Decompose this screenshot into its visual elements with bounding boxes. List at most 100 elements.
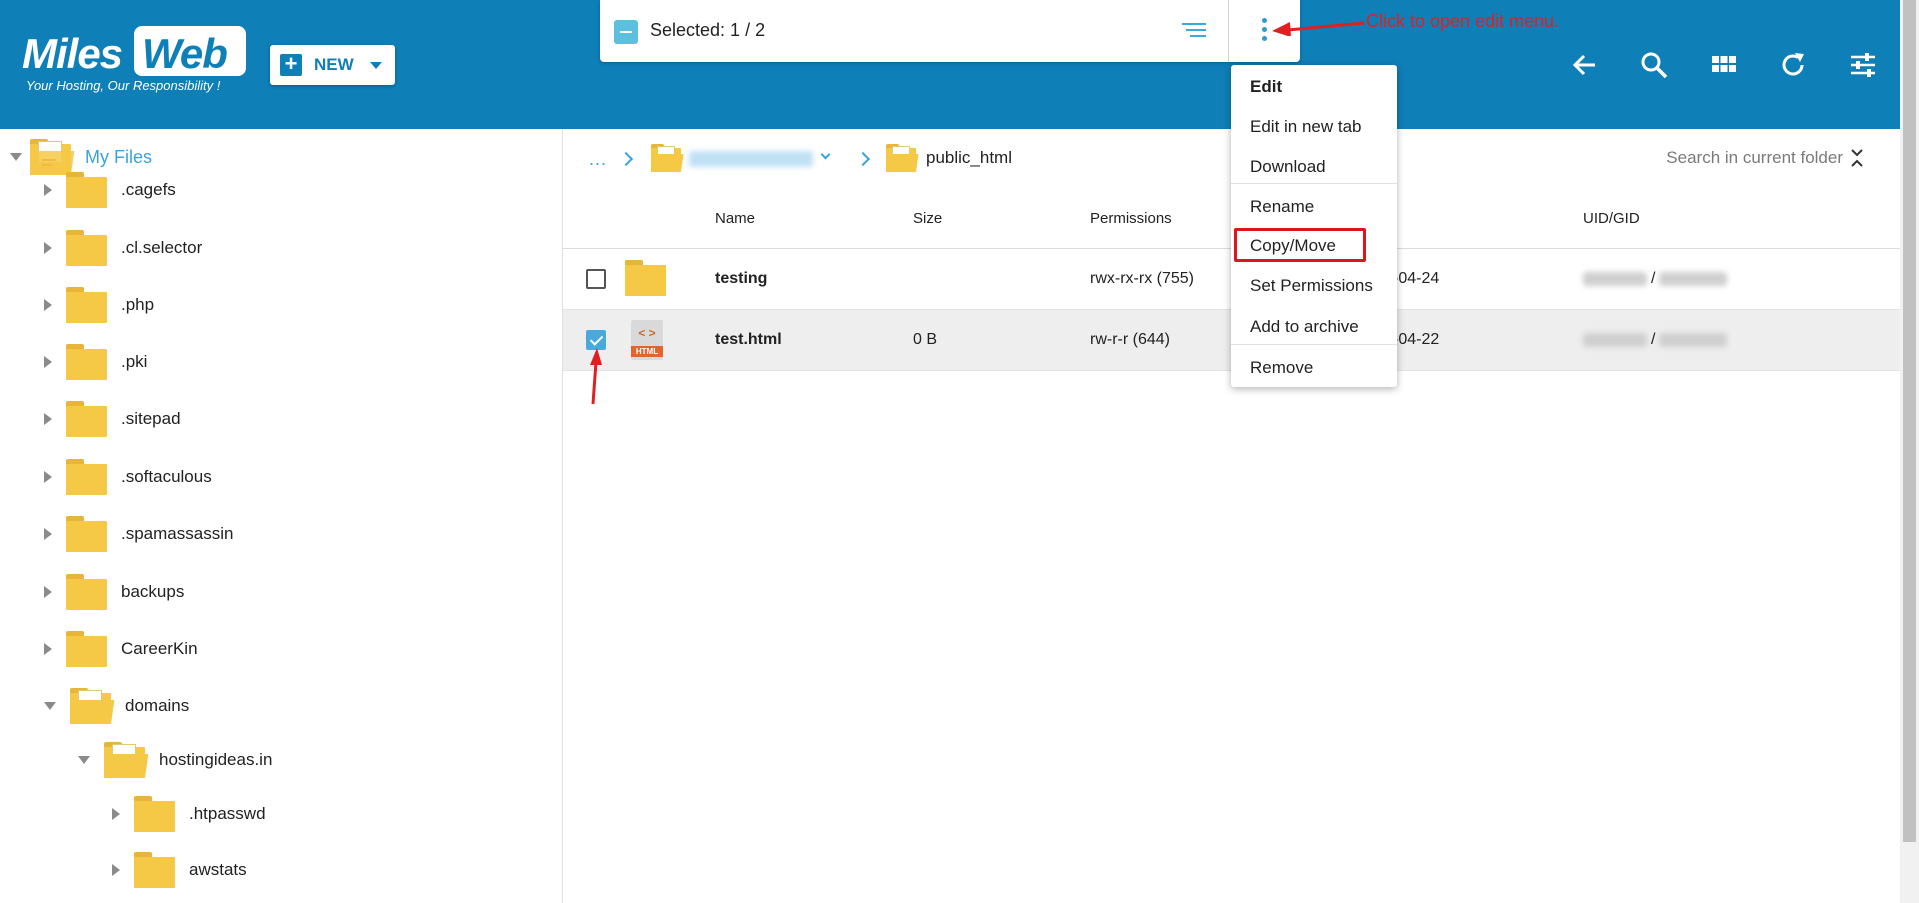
sidebar-item-folder[interactable]: .softaculous xyxy=(44,452,212,502)
search-input[interactable] xyxy=(1613,141,1843,175)
row-checkbox[interactable] xyxy=(586,269,606,289)
selection-list-icon[interactable] xyxy=(1180,20,1206,42)
menu-item-remove[interactable]: Remove xyxy=(1231,348,1397,388)
chevron-right-icon xyxy=(855,151,871,167)
collapse-icon[interactable] xyxy=(1849,147,1865,169)
column-size[interactable]: Size xyxy=(913,210,942,227)
sidebar-item-folder[interactable]: .cagefs xyxy=(44,165,176,215)
scrollbar-thumb[interactable] xyxy=(1903,0,1916,842)
menu-item-rename[interactable]: Rename xyxy=(1231,187,1397,227)
grid-view-icon[interactable] xyxy=(1709,50,1739,80)
row-gid-redacted xyxy=(1659,333,1727,347)
back-arrow-icon[interactable] xyxy=(1570,50,1600,80)
menu-item-add-to-archive[interactable]: Add to archive xyxy=(1231,307,1397,347)
row-size: 0 B xyxy=(913,331,938,348)
sidebar-item-folder[interactable]: .pki xyxy=(44,337,147,387)
collapse-toggle-icon[interactable] xyxy=(44,242,52,254)
sidebar-item-label: .pki xyxy=(121,352,148,371)
row-date: -04-24 xyxy=(1393,270,1440,287)
page-scrollbar[interactable] xyxy=(1900,0,1919,903)
collapse-toggle-icon[interactable] xyxy=(44,413,52,425)
menu-item-edit[interactable]: Edit xyxy=(1231,67,1397,107)
menu-item-set-permissions[interactable]: Set Permissions xyxy=(1231,266,1397,306)
row-uid-separator: / xyxy=(1651,270,1656,287)
sidebar-item-label: CareerKin xyxy=(121,639,198,658)
folder-icon xyxy=(66,172,107,208)
breadcrumb-current[interactable]: public_html xyxy=(926,148,1012,168)
collapse-toggle-icon[interactable] xyxy=(44,528,52,540)
collapse-toggle-icon[interactable] xyxy=(44,471,52,483)
row-uid-redacted xyxy=(1583,272,1647,286)
sidebar-item-label: .spamassassin xyxy=(121,524,234,543)
folder-icon xyxy=(66,230,107,266)
collapse-toggle-icon[interactable] xyxy=(44,299,52,311)
open-folder-icon xyxy=(651,144,684,172)
breadcrumb-domain-redacted[interactable] xyxy=(689,151,813,167)
chevron-right-icon xyxy=(618,151,634,167)
sidebar-item-label: .cl.selector xyxy=(121,238,203,257)
new-button-label: NEW xyxy=(314,55,354,74)
sidebar-item-folder[interactable]: domains xyxy=(44,681,189,731)
row-name: testing xyxy=(715,270,768,287)
expand-toggle-icon[interactable] xyxy=(78,756,90,764)
selection-count: Selected: 1 / 2 xyxy=(650,20,766,40)
annotation-arrow-icon xyxy=(1272,21,1365,36)
folder-icon xyxy=(134,796,175,832)
selection-divider xyxy=(1228,0,1229,62)
sidebar-item-label: .htpasswd xyxy=(189,804,266,823)
collapse-toggle-icon[interactable] xyxy=(112,808,120,820)
sidebar-item-folder[interactable]: .sitepad xyxy=(44,394,181,444)
mileweb-logo[interactable]: Miles Web Your Hosting, Our Responsibili… xyxy=(22,26,246,96)
logo-word-web: Web xyxy=(142,30,228,77)
logo-word-miles: Miles xyxy=(22,30,123,77)
collapse-toggle-icon[interactable] xyxy=(44,586,52,598)
annotation-text: Click to open edit menu. xyxy=(1366,11,1560,31)
sidebar-item-folder[interactable]: awstats xyxy=(112,845,247,895)
settings-sliders-icon[interactable] xyxy=(1848,50,1878,80)
sidebar-item-label: .php xyxy=(121,295,155,314)
menu-divider xyxy=(1231,344,1397,345)
open-folder-icon xyxy=(70,688,115,724)
caret-down-icon[interactable] xyxy=(369,61,382,69)
folder-icon xyxy=(625,260,666,296)
collapse-toggle-icon[interactable] xyxy=(44,643,52,655)
kebab-menu-icon[interactable] xyxy=(1258,17,1270,43)
plus-icon: + xyxy=(280,53,302,76)
search-icon[interactable] xyxy=(1639,50,1669,80)
sidebar-item-label: awstats xyxy=(189,860,247,879)
sidebar-item-folder[interactable]: .php xyxy=(44,280,154,330)
sidebar-item-folder[interactable]: backups xyxy=(44,567,184,617)
deselect-checkbox[interactable] xyxy=(614,20,638,44)
column-name[interactable]: Name xyxy=(715,210,755,227)
folder-icon xyxy=(66,287,107,323)
menu-item-download[interactable]: Download xyxy=(1231,147,1397,187)
sidebar-item-folder[interactable]: CareerKin xyxy=(44,624,198,674)
sidebar-item-folder[interactable]: .htpasswd xyxy=(112,789,266,839)
folder-icon xyxy=(66,516,107,552)
expand-toggle-icon[interactable] xyxy=(44,702,56,710)
column-uid-gid[interactable]: UID/GID xyxy=(1583,210,1640,227)
column-permissions[interactable]: Permissions xyxy=(1090,210,1172,227)
sidebar-item-folder[interactable]: hostingideas.in xyxy=(78,735,272,785)
row-permissions: rw-r-r (644) xyxy=(1090,331,1170,348)
row-checkbox[interactable] xyxy=(586,330,606,350)
row-name: test.html xyxy=(715,331,782,348)
menu-item-edit-new-tab[interactable]: Edit in new tab xyxy=(1231,107,1397,147)
chevron-down-icon[interactable] xyxy=(820,149,831,160)
folder-icon xyxy=(66,401,107,437)
sidebar-item-label: .softaculous xyxy=(121,467,212,486)
folder-tree: My Files .cagefs .cl.selector .php .pki .sit… xyxy=(0,129,563,903)
breadcrumb-ellipsis[interactable]: ... xyxy=(589,149,607,170)
sidebar-item-folder[interactable]: .spamassassin xyxy=(44,509,233,559)
sidebar-item-label: hostingideas.in xyxy=(159,750,273,769)
collapse-toggle-icon[interactable] xyxy=(44,184,52,196)
app-header: Miles Web Your Hosting, Our Responsibili… xyxy=(0,0,1900,129)
collapse-toggle-icon[interactable] xyxy=(44,356,52,368)
refresh-icon[interactable] xyxy=(1778,50,1808,80)
collapse-toggle-icon[interactable] xyxy=(112,864,120,876)
menu-divider xyxy=(1231,183,1397,184)
expand-toggle-icon[interactable] xyxy=(10,153,22,161)
sidebar-item-label: .cagefs xyxy=(121,180,176,199)
sidebar-item-folder[interactable]: .cl.selector xyxy=(44,223,202,273)
new-button[interactable]: + NEW xyxy=(270,45,395,85)
